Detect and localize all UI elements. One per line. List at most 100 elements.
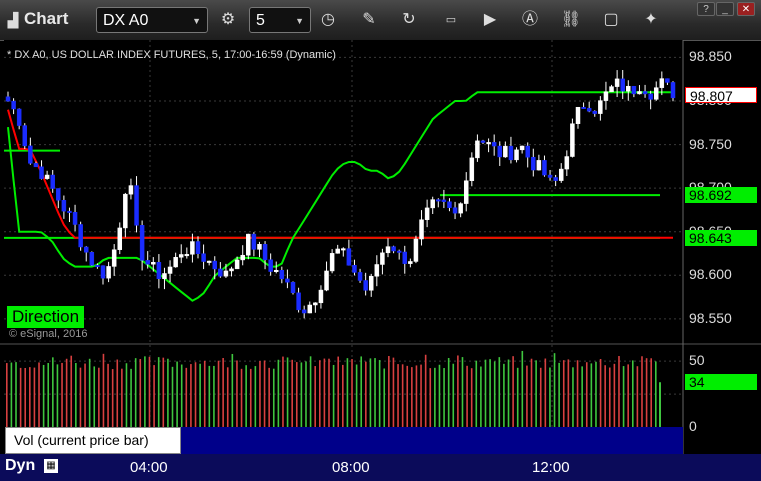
link-icon[interactable]: ⛓ — [560, 9, 582, 31]
volume-bar — [631, 360, 634, 427]
volume-bar — [323, 358, 326, 427]
volume-bar — [272, 368, 275, 427]
app-title: Chart — [24, 9, 69, 28]
volume-bar — [65, 358, 68, 427]
candle-up — [223, 270, 229, 277]
volume-legend[interactable]: Vol (current price bar) — [5, 427, 181, 454]
clock-icon[interactable]: ◷ — [317, 9, 339, 31]
candle-up — [413, 238, 419, 262]
play-icon[interactable]: ▶ — [479, 9, 501, 31]
interval-combo[interactable]: 5 ▼ — [249, 7, 311, 33]
candle-up — [603, 91, 609, 101]
close-icon[interactable]: ✕ — [170, 428, 179, 441]
candle-down — [201, 253, 206, 262]
volume-bar — [15, 362, 17, 427]
time-tick-1200: 12:00 — [532, 459, 570, 476]
get-data-icon[interactable]: ▭ — [440, 9, 462, 31]
volume-bar — [553, 353, 556, 427]
volume-bar — [397, 364, 399, 427]
volume-bar — [567, 359, 570, 427]
volume-bar — [351, 359, 353, 427]
candle-up — [123, 193, 128, 229]
candle-up — [273, 269, 279, 272]
volume-bar — [98, 367, 100, 427]
candle-up — [240, 254, 245, 261]
candle-down — [134, 185, 139, 226]
help-button[interactable]: ? — [697, 2, 715, 16]
minimize-button[interactable]: _ — [716, 2, 734, 16]
volume-bar — [434, 367, 436, 427]
volume-bar — [383, 368, 386, 427]
volume-bar — [305, 361, 307, 427]
price-tick-label: 98.550 — [689, 309, 732, 326]
candle-up — [318, 289, 324, 304]
volume-bar — [240, 368, 243, 427]
candle-up — [341, 248, 346, 251]
gear-icon[interactable]: ⚙ — [217, 9, 239, 31]
volume-bar — [263, 360, 266, 427]
direction-badge: Direction — [7, 306, 85, 328]
volume-bar — [208, 365, 211, 427]
volume-bar — [180, 364, 183, 427]
candle-down — [212, 260, 218, 270]
pencil-icon[interactable]: ✎ — [358, 9, 380, 31]
candle-up — [106, 266, 111, 279]
volume-bar — [332, 364, 335, 427]
volume-bar — [355, 364, 358, 427]
volume-bar — [480, 366, 482, 427]
twitter-icon[interactable]: ✦ — [640, 9, 662, 31]
candle-down — [28, 145, 33, 164]
candle-down — [357, 272, 363, 281]
volume-bar — [79, 367, 82, 427]
volume-bar — [411, 367, 413, 427]
candle-down — [262, 244, 268, 260]
volume-bar — [608, 367, 611, 427]
candle-up — [626, 85, 631, 92]
close-button[interactable]: ✕ — [737, 2, 755, 16]
volume-bar — [38, 362, 40, 427]
candle-down — [50, 174, 55, 189]
volume-bar — [470, 368, 473, 427]
volume-bar — [549, 367, 551, 427]
candle-down — [531, 156, 536, 171]
volume-bar — [134, 358, 137, 427]
alert-icon[interactable]: Ⓐ — [519, 9, 541, 31]
candle-down — [100, 265, 106, 279]
chart-canvas — [0, 40, 761, 454]
volume-bar — [627, 364, 629, 427]
volume-bar — [300, 362, 303, 427]
candle-down — [391, 246, 396, 252]
candle-up — [229, 268, 234, 272]
volume-bar — [153, 365, 155, 427]
volume-bar — [259, 361, 261, 427]
candle-up — [128, 185, 134, 195]
volume-bar — [655, 361, 657, 427]
chart-title: * DX A0, US DOLLAR INDEX FUTURES, 5, 17:… — [7, 49, 336, 61]
candle-up — [637, 91, 642, 95]
volume-bar — [650, 358, 652, 427]
candle-up — [424, 207, 430, 220]
volume-bar — [171, 366, 174, 427]
candle-down — [553, 177, 558, 181]
volume-bar — [245, 365, 247, 427]
volume-bar — [572, 367, 574, 427]
volume-bar — [56, 364, 59, 427]
candle-up — [463, 180, 469, 204]
volume-bar — [346, 358, 349, 427]
volume-bar — [388, 356, 390, 427]
calendar-icon[interactable]: ▦ — [44, 459, 58, 473]
volume-bar — [443, 368, 445, 427]
refresh-icon[interactable]: ↻ — [398, 9, 420, 31]
volume-bar — [29, 367, 31, 427]
comment-icon[interactable]: ▢ — [600, 9, 622, 31]
candle-down — [542, 160, 547, 176]
volume-bar — [438, 364, 441, 427]
candle-up — [570, 123, 575, 157]
candle-down — [491, 142, 497, 147]
volume-bar — [222, 357, 224, 427]
volume-bar — [167, 358, 169, 427]
volume-bar — [139, 358, 142, 427]
volume-bar — [314, 366, 316, 427]
symbol-combo[interactable]: DX A0 ▼ — [96, 7, 208, 33]
volume-bar — [424, 354, 427, 427]
